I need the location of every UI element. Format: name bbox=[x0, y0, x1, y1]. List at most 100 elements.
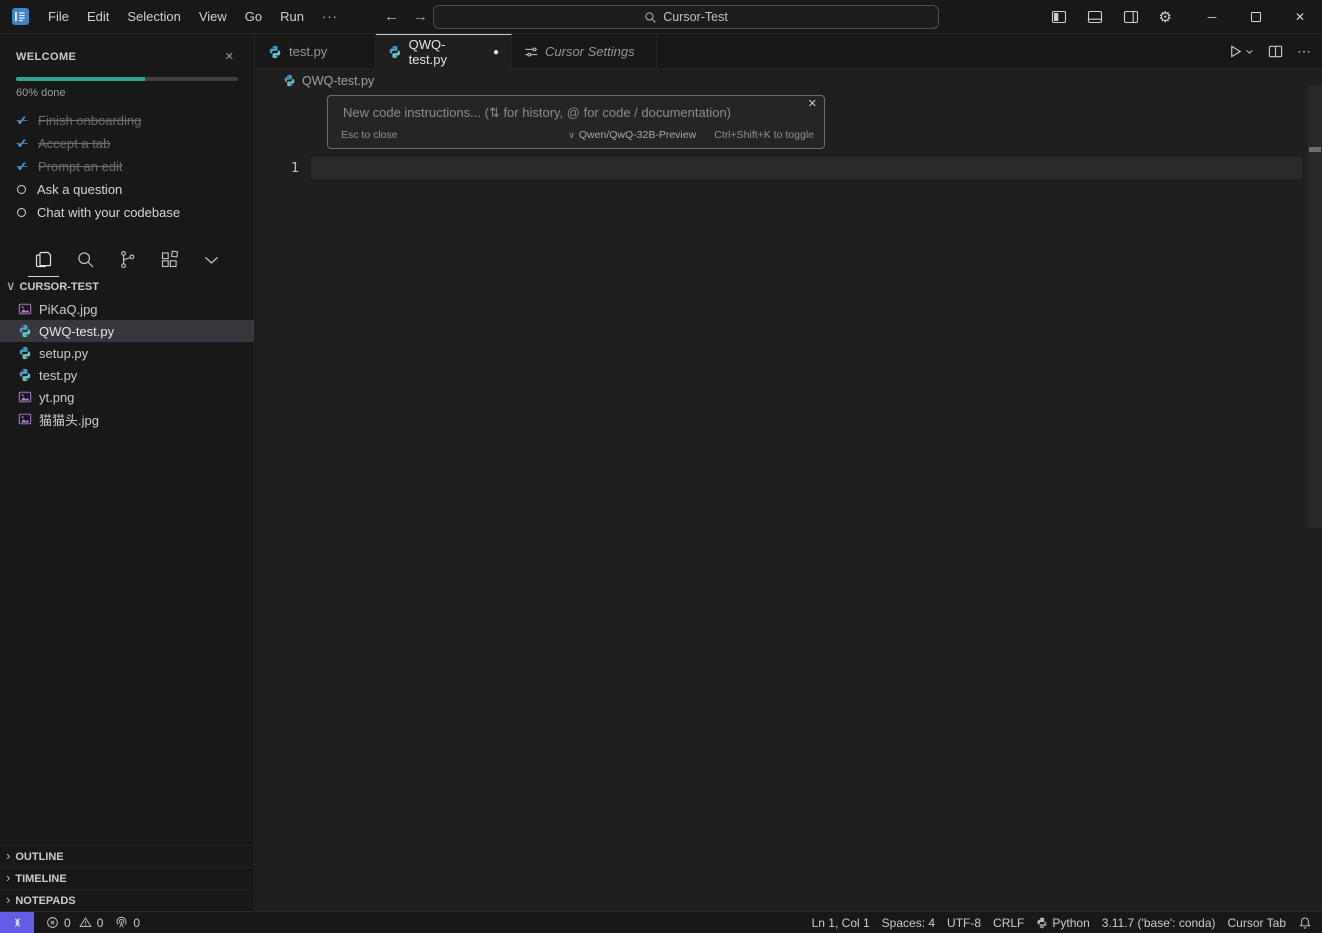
forward-arrow-icon[interactable]: → bbox=[406, 6, 435, 27]
esc-hint: Esc to close bbox=[341, 129, 398, 141]
chevron-down-icon: ∨ bbox=[568, 130, 575, 141]
file-row-pikaq-jpg[interactable]: PiKaQ.jpg bbox=[0, 298, 254, 320]
explorer-root-folder[interactable]: ∨ CURSOR-TEST bbox=[0, 276, 254, 298]
menu-more-icon[interactable]: ··· bbox=[313, 5, 347, 28]
onboarding-progress-fill bbox=[16, 77, 145, 81]
menu-view[interactable]: View bbox=[190, 5, 236, 28]
code-area[interactable]: 1 bbox=[256, 92, 1322, 911]
checklist-label: Chat with your codebase bbox=[37, 205, 180, 220]
explorer-icon[interactable] bbox=[30, 245, 57, 277]
chevron-right-icon: › bbox=[6, 892, 10, 907]
inline-prompt-widget: ✕ Esc to close ∨ Qwen/QwQ-32B-Preview Ct… bbox=[327, 95, 825, 149]
tab-label: Cursor Settings bbox=[545, 44, 635, 59]
check-icon: ✓ bbox=[16, 159, 28, 175]
cursor-position-status[interactable]: Ln 1, Col 1 bbox=[806, 912, 876, 933]
more-actions-icon[interactable]: ⋯ bbox=[1293, 40, 1316, 63]
remote-indicator[interactable] bbox=[0, 912, 34, 933]
split-editor-icon[interactable] bbox=[1264, 41, 1287, 62]
section-timeline[interactable]: › TIMELINE bbox=[0, 867, 254, 889]
warning-triangle-icon bbox=[79, 916, 92, 929]
editor-actions: ⋯ bbox=[1224, 34, 1316, 69]
tab-qwq-test-py[interactable]: QWQ-test.py ● bbox=[376, 34, 512, 69]
check-icon: ✓ bbox=[16, 136, 28, 152]
python-icon bbox=[1036, 917, 1048, 929]
eol-status[interactable]: CRLF bbox=[987, 912, 1030, 933]
toggle-secondary-sidebar-icon[interactable] bbox=[1113, 0, 1149, 34]
file-row-yt-png[interactable]: yt.png bbox=[0, 386, 254, 408]
checklist-item-ask-a-question[interactable]: Ask a question bbox=[16, 178, 238, 201]
prompt-input[interactable] bbox=[341, 104, 801, 121]
python-interpreter-status[interactable]: 3.11.7 ('base': conda) bbox=[1096, 912, 1222, 933]
file-tree: PiKaQ.jpg QWQ-test.py setup.py test.py y… bbox=[0, 298, 254, 430]
title-bar: File Edit Selection View Go Run ··· ← → … bbox=[0, 0, 1322, 34]
breadcrumb-file[interactable]: QWQ-test.py bbox=[302, 74, 374, 88]
file-name: 猫猫头.jpg bbox=[39, 410, 99, 429]
toggle-panel-icon[interactable] bbox=[1077, 0, 1113, 34]
language-mode-status[interactable]: Python bbox=[1030, 912, 1095, 933]
file-row-setup-py[interactable]: setup.py bbox=[0, 342, 254, 364]
tab-bar: test.py QWQ-test.py ● Cursor Settings bbox=[256, 34, 1322, 69]
command-center-search[interactable]: Cursor-Test bbox=[433, 5, 939, 29]
prompt-footer: Esc to close ∨ Qwen/QwQ-32B-Preview Ctrl… bbox=[341, 129, 814, 141]
window-maximize-button[interactable] bbox=[1234, 0, 1278, 34]
encoding-status[interactable]: UTF-8 bbox=[941, 912, 987, 933]
tab-test-py[interactable]: test.py bbox=[256, 34, 376, 69]
breadcrumb[interactable]: QWQ-test.py bbox=[256, 69, 1322, 92]
code-line-1[interactable]: 1 bbox=[256, 157, 1322, 179]
file-name: PiKaQ.jpg bbox=[39, 302, 98, 317]
menu-go[interactable]: Go bbox=[236, 5, 271, 28]
checklist-item-accept-a-tab[interactable]: ✓ Accept a tab bbox=[16, 132, 238, 155]
extensions-icon[interactable] bbox=[156, 245, 183, 277]
editor-scrollbar[interactable] bbox=[1308, 85, 1322, 528]
source-control-icon[interactable] bbox=[114, 245, 141, 277]
menu-run[interactable]: Run bbox=[271, 5, 313, 28]
remote-icon bbox=[11, 916, 24, 929]
chevron-right-icon: › bbox=[6, 870, 10, 885]
tab-label: QWQ-test.py bbox=[409, 37, 482, 67]
problems-indicator[interactable]: 0 0 bbox=[40, 912, 109, 933]
window-minimize-button[interactable]: ─ bbox=[1190, 0, 1234, 34]
checklist-item-finish-onboarding[interactable]: ✓ Finish onboarding bbox=[16, 109, 238, 132]
toggle-primary-sidebar-icon[interactable] bbox=[1041, 0, 1077, 34]
ports-indicator[interactable]: 0 bbox=[109, 912, 146, 933]
menu-edit[interactable]: Edit bbox=[78, 5, 118, 28]
section-outline[interactable]: › OUTLINE bbox=[0, 845, 254, 867]
run-python-file-button[interactable] bbox=[1224, 41, 1258, 62]
run-dropdown-chevron-icon[interactable] bbox=[1245, 47, 1254, 56]
ports-count: 0 bbox=[133, 916, 140, 930]
tab-cursor-settings[interactable]: Cursor Settings bbox=[512, 34, 657, 69]
maximize-icon bbox=[1251, 12, 1261, 22]
prompt-close-icon[interactable]: ✕ bbox=[808, 97, 817, 110]
window-close-button[interactable]: ✕ bbox=[1278, 0, 1322, 34]
file-row-test-py[interactable]: test.py bbox=[0, 364, 254, 386]
search-icon bbox=[644, 11, 657, 24]
section-notepads[interactable]: › NOTEPADS bbox=[0, 889, 254, 911]
file-row-qwq-test-py[interactable]: QWQ-test.py bbox=[0, 320, 254, 342]
checklist-label: Accept a tab bbox=[38, 136, 110, 151]
image-file-icon bbox=[18, 412, 32, 426]
image-file-icon bbox=[18, 390, 32, 404]
menu-file[interactable]: File bbox=[39, 5, 78, 28]
modified-dot-icon[interactable]: ● bbox=[493, 47, 499, 58]
views-overflow-chevron-icon[interactable] bbox=[198, 245, 225, 277]
checklist-label: Finish onboarding bbox=[38, 113, 141, 128]
welcome-close-icon[interactable]: ✕ bbox=[221, 48, 238, 65]
python-file-icon bbox=[268, 45, 282, 59]
checklist-item-chat-with-codebase[interactable]: Chat with your codebase bbox=[16, 201, 238, 224]
file-name: test.py bbox=[39, 368, 77, 383]
python-file-icon bbox=[388, 45, 402, 59]
notifications-bell[interactable] bbox=[1292, 912, 1322, 933]
sidebar: WELCOME ✕ 60% done ✓ Finish onboarding ✓… bbox=[0, 34, 255, 911]
search-view-icon[interactable] bbox=[72, 245, 99, 277]
cursor-logo-icon bbox=[12, 8, 29, 25]
cursor-tab-status[interactable]: Cursor Tab bbox=[1222, 912, 1292, 933]
indentation-status[interactable]: Spaces: 4 bbox=[876, 912, 941, 933]
current-line-highlight[interactable] bbox=[311, 157, 1302, 179]
menu-selection[interactable]: Selection bbox=[118, 5, 189, 28]
back-arrow-icon[interactable]: ← bbox=[377, 6, 406, 27]
settings-gear-icon[interactable]: ⚙ bbox=[1149, 0, 1182, 34]
model-selector[interactable]: ∨ Qwen/QwQ-32B-Preview bbox=[568, 129, 696, 141]
file-row-maomaotou-jpg[interactable]: 猫猫头.jpg bbox=[0, 408, 254, 430]
image-file-icon bbox=[18, 302, 32, 316]
checklist-item-prompt-an-edit[interactable]: ✓ Prompt an edit bbox=[16, 155, 238, 178]
